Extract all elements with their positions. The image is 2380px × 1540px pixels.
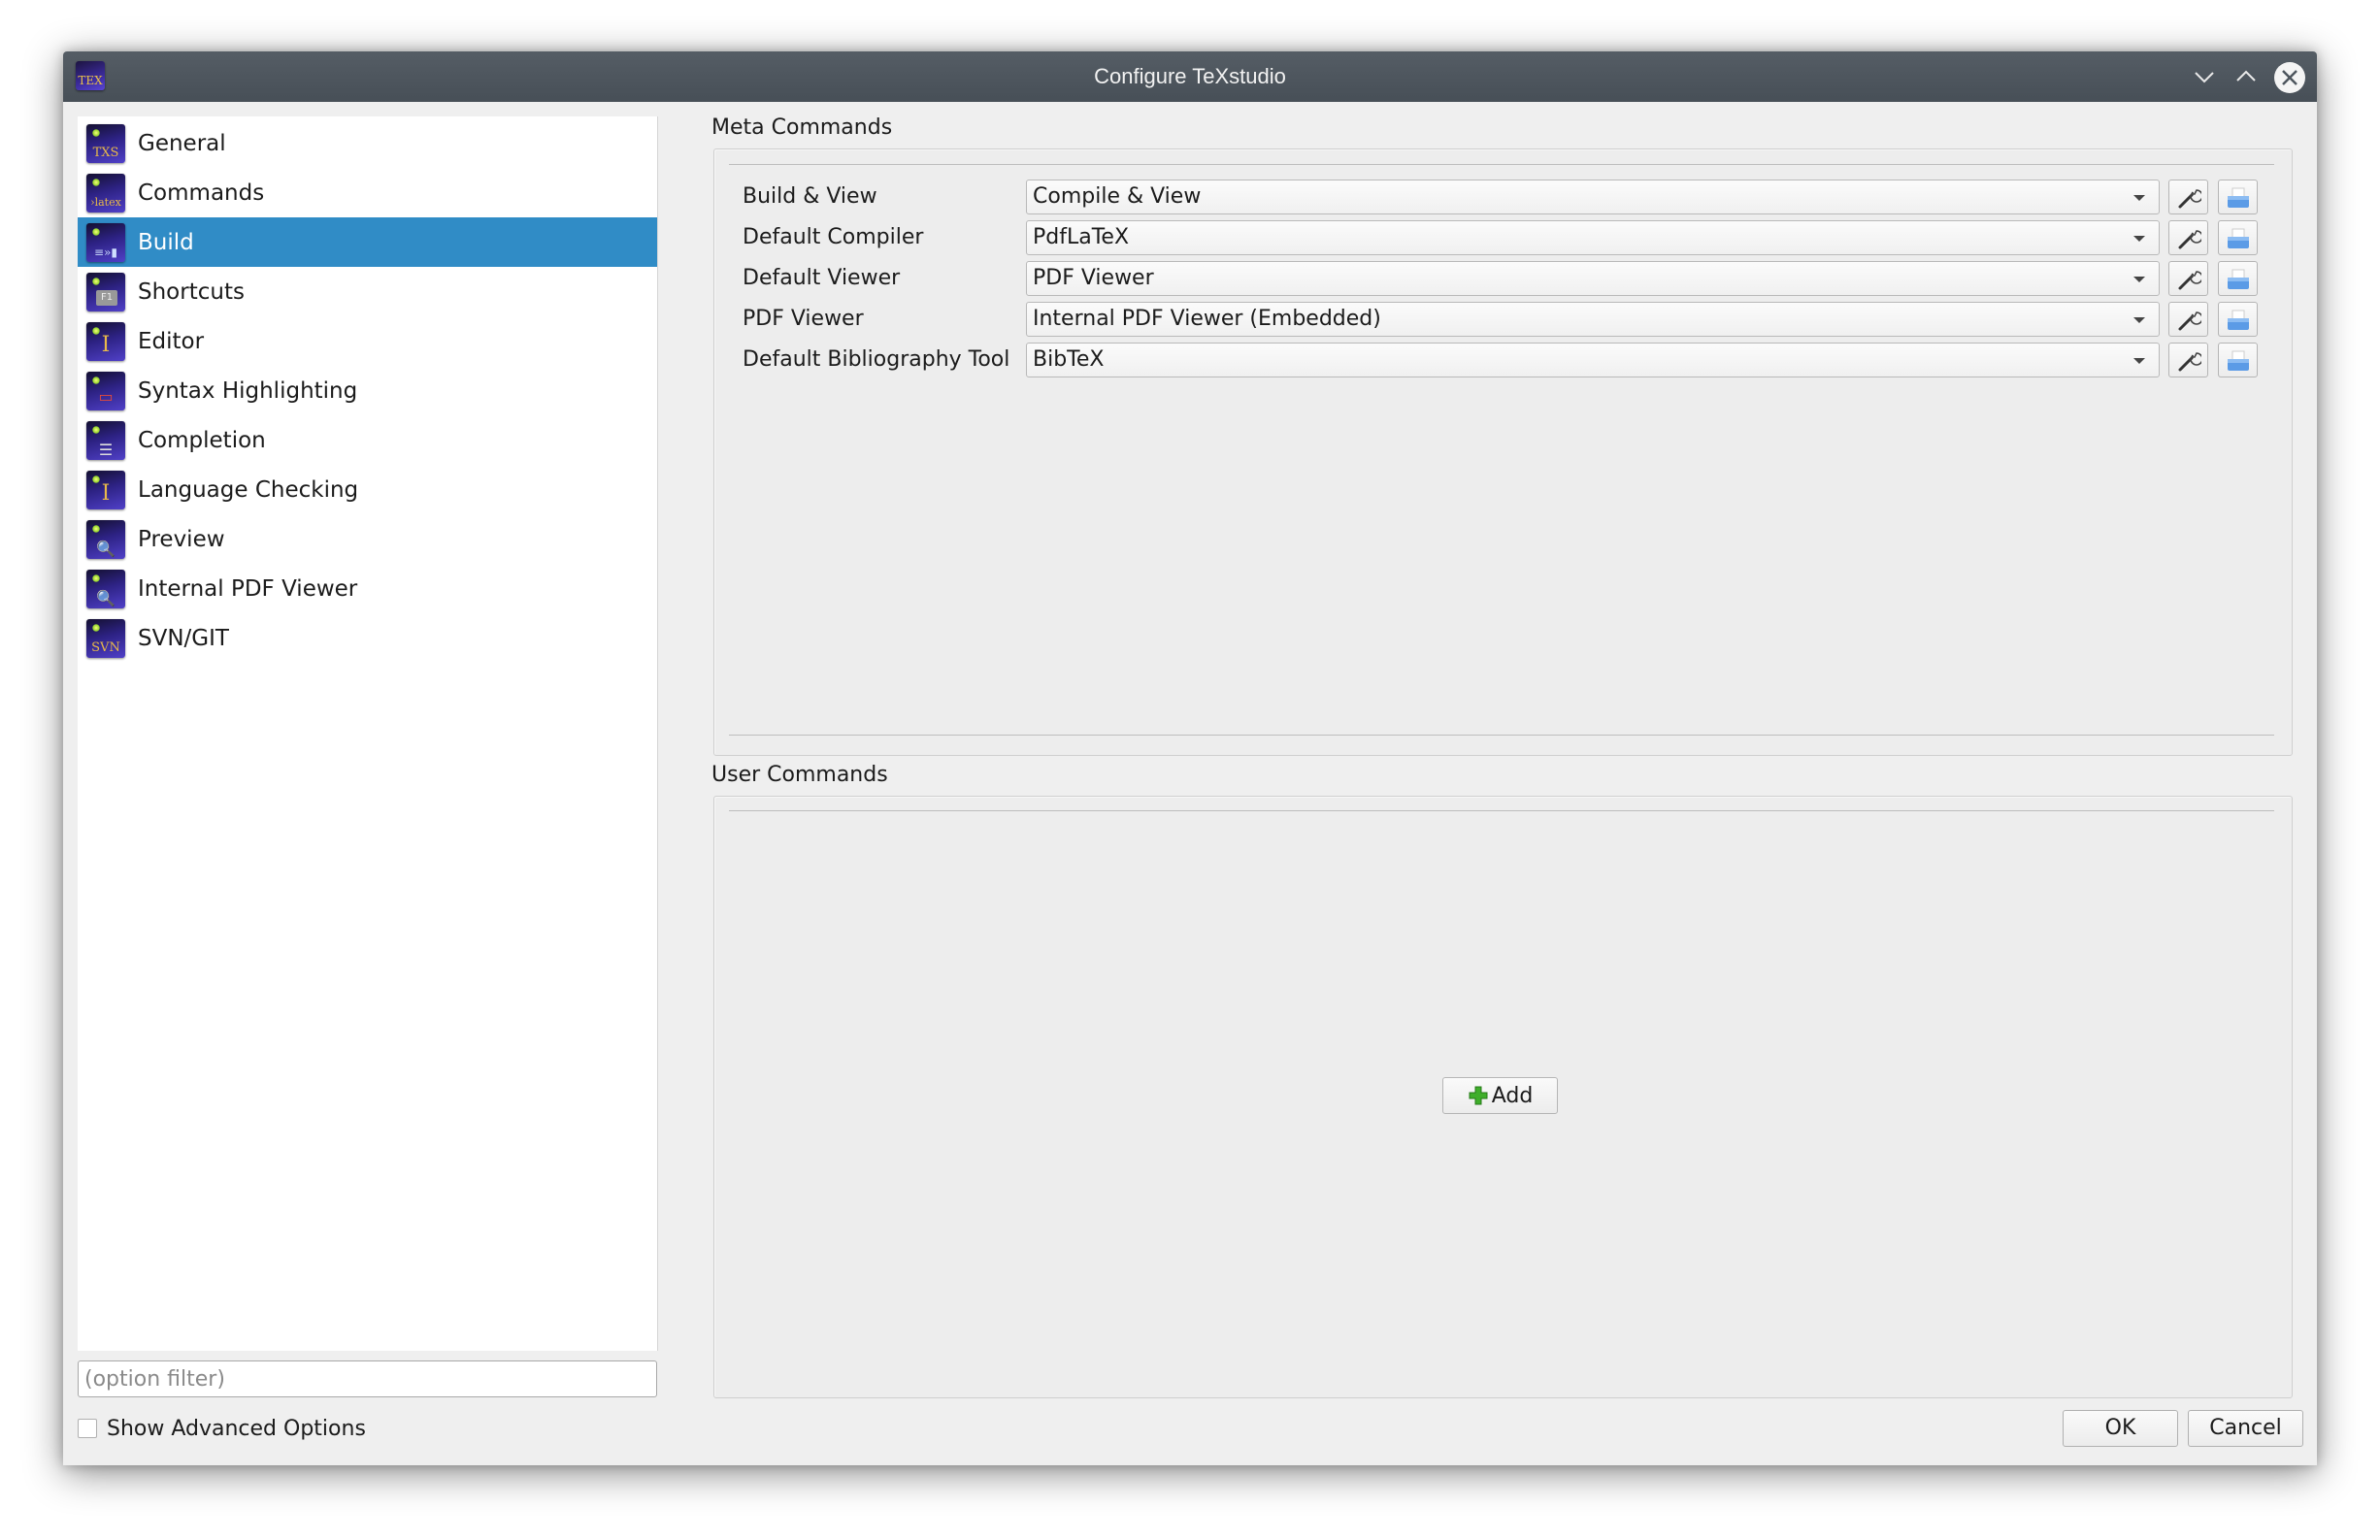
meta-commands-title: Meta Commands [711,115,893,140]
checkbox-box[interactable] [78,1419,97,1438]
sidebar-item-label: Editor [138,328,205,354]
sidebar-item-label: General [138,130,226,156]
svn-icon: SVN [86,618,125,658]
wrench-icon [2178,230,2201,249]
sidebar-item-svn-git[interactable]: SVN SVN/GIT [78,613,657,663]
default-compiler-label: Default Compiler [743,225,924,249]
build-icon: ≡»▮ [86,222,125,262]
sidebar-item-label: Completion [138,427,266,453]
latex-commands-icon: ›latex [86,173,125,213]
text-cursor-icon: I [86,321,125,361]
close-icon [2282,70,2297,85]
default-bibliography-tool-select[interactable]: BibTeX [1026,343,2160,377]
pdf-viewer-reset-button[interactable] [2218,302,2258,337]
option-filter-input[interactable] [78,1360,657,1397]
printer-tray-icon [2228,228,2249,248]
keyboard-shortcut-icon: F1 [86,272,125,311]
user-commands-divider [729,810,2274,811]
pdf-viewer-select[interactable]: Internal PDF Viewer (Embedded) [1026,302,2160,337]
dropdown-arrow-icon [2133,236,2145,242]
printer-tray-icon [2228,269,2249,289]
pdf-viewer-configure-button[interactable] [2168,302,2208,337]
default-viewer-reset-button[interactable] [2218,261,2258,296]
wrench-icon [2178,271,2201,290]
sidebar-item-editor[interactable]: I Editor [78,316,657,366]
sidebar-item-build[interactable]: ≡»▮ Build [78,217,657,267]
dropdown-arrow-icon [2133,358,2145,364]
sidebar-item-shortcuts[interactable]: F1 Shortcuts [78,267,657,316]
sidebar-item-syntax-highlighting[interactable]: ▭ Syntax Highlighting [78,366,657,415]
dropdown-arrow-icon [2133,317,2145,323]
close-button[interactable] [2274,62,2305,93]
user-commands-title: User Commands [711,763,888,787]
sidebar-item-label: Build [138,229,194,255]
printer-tray-icon [2228,187,2249,208]
meta-commands-divider [729,164,2274,165]
printer-tray-icon [2228,310,2249,330]
chevron-down-icon [2195,72,2214,83]
build-view-configure-button[interactable] [2168,180,2208,214]
pdf-viewer-label: PDF Viewer [743,307,864,331]
sidebar-item-label: Internal PDF Viewer [138,575,358,602]
default-compiler-select[interactable]: PdfLaTeX [1026,220,2160,255]
sidebar-item-label: SVN/GIT [138,625,229,651]
add-label: Add [1491,1083,1534,1108]
dropdown-arrow-icon [2133,195,2145,201]
show-advanced-options-checkbox[interactable]: Show Advanced Options [78,1414,366,1443]
wrench-icon [2178,189,2201,209]
default-bibliography-tool-reset-button[interactable] [2218,343,2258,377]
default-compiler-configure-button[interactable] [2168,220,2208,255]
ok-button[interactable]: OK [2063,1410,2178,1447]
wrench-icon [2178,352,2201,372]
sidebar-item-label: Language Checking [138,476,359,503]
printer-tray-icon [2228,350,2249,371]
dropdown-arrow-icon [2133,277,2145,282]
sidebar-item-internal-pdf-viewer[interactable]: 🔍 Internal PDF Viewer [78,564,657,613]
minimize-button[interactable] [2191,63,2218,90]
maximize-button[interactable] [2232,63,2260,90]
default-viewer-select[interactable]: PDF Viewer [1026,261,2160,296]
sidebar-item-commands[interactable]: ›latex Commands [78,168,657,217]
sidebar-item-label: Commands [138,180,265,206]
window-title: Configure TeXstudio [1094,64,1286,88]
default-compiler-reset-button[interactable] [2218,220,2258,255]
build-view-reset-button[interactable] [2218,180,2258,214]
build-view-select[interactable]: Compile & View [1026,180,2160,214]
text-cursor-icon: I [86,470,125,509]
syntax-highlight-icon: ▭ [86,371,125,410]
wrench-icon [2178,311,2201,331]
magnifier-page-icon: 🔍 [86,519,125,559]
configure-dialog: TEX Configure TeXstudio TXS General ›lat… [63,51,2317,1465]
sidebar-item-language-checking[interactable]: I Language Checking [78,465,657,514]
sidebar-item-label: Syntax Highlighting [138,377,358,404]
meta-commands-bottom-divider [729,735,2274,736]
plus-icon [1469,1086,1488,1105]
default-viewer-configure-button[interactable] [2168,261,2208,296]
sidebar-item-general[interactable]: TXS General [78,118,657,168]
chevron-up-icon [2236,70,2256,82]
txs-general-icon: TXS [86,123,125,163]
add-user-command-button[interactable]: Add [1442,1077,1558,1114]
build-view-label: Build & View [743,184,877,209]
cancel-button[interactable]: Cancel [2188,1410,2303,1447]
default-viewer-label: Default Viewer [743,266,901,290]
default-bibliography-tool-configure-button[interactable] [2168,343,2208,377]
sidebar-item-label: Preview [138,526,225,552]
show-advanced-options-label: Show Advanced Options [107,1416,366,1441]
completion-list-icon: ☰ [86,420,125,460]
sidebar-item-label: Shortcuts [138,279,245,305]
category-list[interactable]: TXS General ›latex Commands ≡»▮ Build F1… [78,116,658,1351]
magnifier-page-icon: 🔍 [86,569,125,608]
sidebar-item-preview[interactable]: 🔍 Preview [78,514,657,564]
sidebar-item-completion[interactable]: ☰ Completion [78,415,657,465]
title-bar[interactable]: TEX Configure TeXstudio [63,51,2317,102]
default-bibliography-tool-label: Default Bibliography Tool [743,347,1010,372]
